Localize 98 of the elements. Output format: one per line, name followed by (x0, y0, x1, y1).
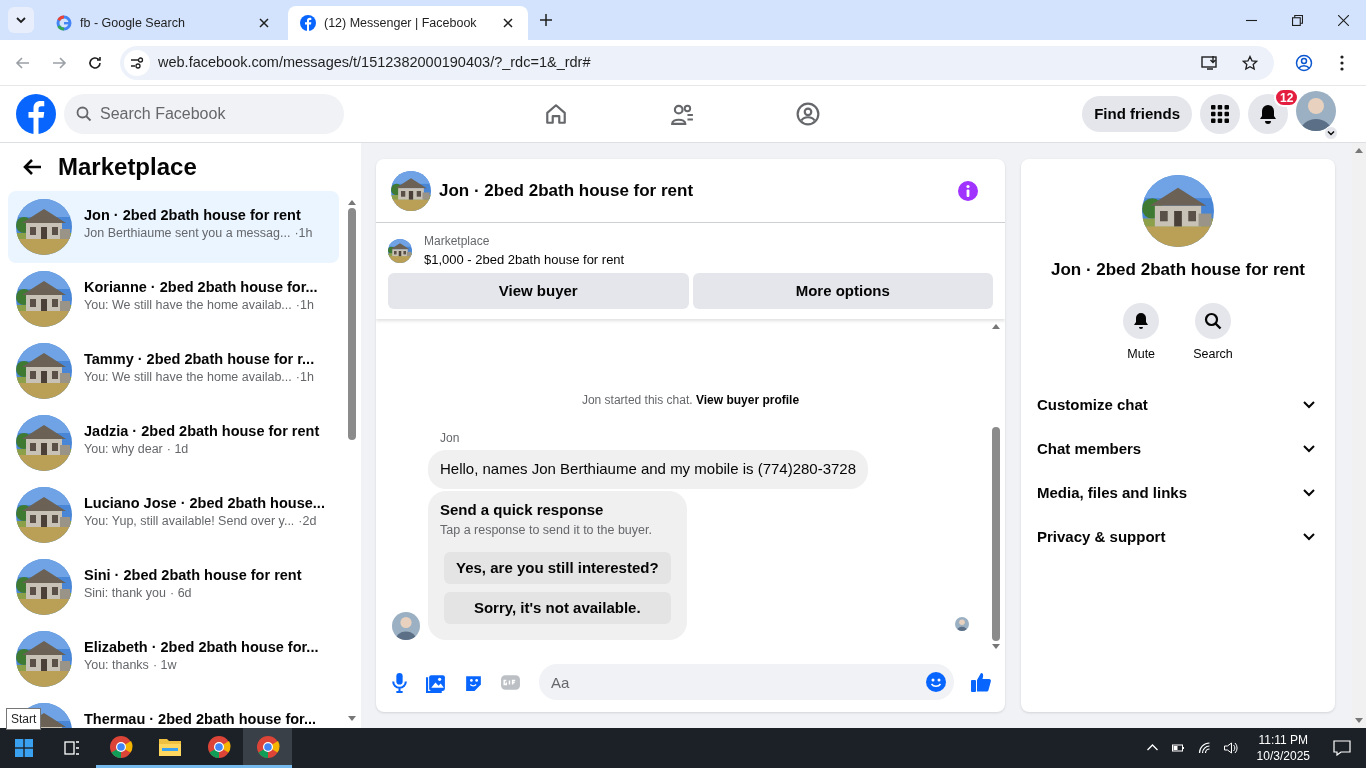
google-logo-icon (56, 15, 72, 31)
browser-tab[interactable]: fb - Google Search (44, 6, 284, 40)
volume-icon[interactable] (1222, 740, 1239, 756)
message-preview: You: We still have the home availab... (84, 369, 292, 386)
conversation-title: Tammy · 2bed 2bath house for r... (84, 350, 315, 368)
section-label: Media, files and links (1037, 483, 1189, 503)
browser-tab[interactable]: (12) Messenger | Facebook (288, 6, 528, 40)
clock-date: 10/3/2025 (1256, 748, 1310, 764)
conversation-title: Jadzia · 2bed 2bath house for rent (84, 422, 320, 440)
message-time: ·1h (294, 225, 313, 242)
quick-response-hint: Tap a response to send it to the buyer. (440, 522, 653, 539)
details-title: Jon · 2bed 2bath house for rent (1050, 259, 1306, 281)
profile-avatar[interactable] (1296, 90, 1336, 131)
conversation-item[interactable]: Luciano Jose · 2bed 2bath house... You: Yup, still available! Send over y... ·2d (8, 479, 339, 551)
url-text: web.facebook.com/messages/t/1512382000190403/?_rdc=1&_rdr# (158, 52, 592, 72)
chat-title: Jon · 2bed 2bath house for rent (439, 179, 695, 202)
site-settings-icon[interactable] (124, 49, 150, 76)
action-label: Mute (1127, 345, 1156, 363)
info-icon[interactable] (956, 178, 980, 203)
scroll-down-arrow-icon[interactable] (992, 644, 1000, 650)
listing-label: Marketplace (424, 233, 491, 250)
facebook-logo-icon (300, 15, 316, 31)
quick-response-button[interactable]: Sorry, it's not available. (444, 591, 671, 624)
panel-title: Marketplace (58, 152, 197, 182)
scrollbar[interactable] (346, 199, 358, 722)
section-row[interactable]: Customize chat (1029, 383, 1327, 428)
scroll-up-arrow-icon[interactable] (992, 323, 1000, 329)
conversation-title: Luciano Jose · 2bed 2bath house... (84, 494, 325, 512)
read-receipt-avatar[interactable] (955, 617, 969, 631)
message-preview: You: We still have the home availab... (84, 297, 292, 314)
conversation-item[interactable]: Jadzia · 2bed 2bath house for rent You: why dear · 1d (8, 407, 339, 479)
conversation-title: Korianne · 2bed 2bath house for... (84, 278, 318, 296)
conversation-title: Elizabeth · 2bed 2bath house for... (84, 638, 319, 656)
conversation-item[interactable]: Sini · 2bed 2bath house for rent Sini: thank you · 6d (8, 551, 339, 623)
search-field[interactable]: Search Facebook (64, 94, 344, 134)
message-bubble: Hello, names Jon Berthiaume and my mobile is (774)280-3728 (428, 450, 869, 489)
quick-response-button[interactable]: Yes, are you still interested? (444, 551, 671, 584)
buyer-profile-link[interactable]: View buyer profile (695, 393, 800, 407)
message-preview: You: Yup, still available! Send over y... (84, 513, 295, 530)
conversation-item[interactable]: Tammy · 2bed 2bath house for r... You: We still have the home availab... ·1h (8, 335, 339, 407)
scroll-down-arrow-icon[interactable] (1355, 718, 1363, 724)
facebook-logo-icon[interactable] (16, 94, 56, 134)
section-row[interactable]: Media, files and links (1029, 471, 1327, 516)
message-time: ·1h (295, 297, 314, 314)
section-row[interactable]: Privacy & support (1029, 515, 1327, 560)
system-message: Jon started this chat. View buyer profile (580, 392, 801, 409)
clock[interactable]: 11:11 PM 10/3/2025 (1256, 732, 1310, 764)
sender-avatar[interactable] (392, 611, 420, 640)
quick-response-title: Send a quick response (440, 499, 605, 520)
conversation-item[interactable]: Elizabeth · 2bed 2bath house for... You: thanks · 1w (8, 623, 339, 695)
conversation-item[interactable]: Jon · 2bed 2bath house for rent Jon Berthiaume sent you a messag... ·1h (8, 191, 339, 263)
scrollbar[interactable] (1352, 143, 1366, 728)
message-time: ·1h (295, 369, 314, 386)
conversation-title: Jon · 2bed 2bath house for rent (84, 206, 302, 224)
back-arrow-icon[interactable] (22, 157, 42, 177)
scrollbar[interactable] (991, 323, 1001, 650)
message-preview: You: thanks (84, 657, 149, 674)
tab-title: fb - Google Search (80, 14, 186, 32)
message-time: · 6d (170, 585, 192, 602)
scroll-up-arrow-icon[interactable] (348, 199, 356, 205)
message-time: ·2d (298, 513, 317, 530)
tab-list-button[interactable] (8, 7, 34, 33)
message-field[interactable]: Aa (539, 664, 954, 700)
search-icon[interactable] (1195, 302, 1231, 339)
listing-action-button[interactable]: View buyer (388, 273, 689, 309)
chevron-down-icon[interactable] (15, 14, 27, 26)
sender-name: Jon (439, 430, 461, 447)
section-label: Chat members (1037, 439, 1143, 459)
wifi-icon[interactable] (1196, 740, 1213, 756)
chrome-icon[interactable] (243, 728, 292, 768)
message-time: · 1w (152, 657, 177, 674)
tab-title: (12) Messenger | Facebook (324, 14, 478, 32)
message-preview: Sini: thank you (84, 585, 166, 602)
like-icon[interactable] (969, 670, 993, 694)
message-preview: Jon Berthiaume sent you a messag... (84, 225, 291, 242)
search-icon (76, 106, 92, 122)
conversation-title: Sini · 2bed 2bath house for rent (84, 566, 302, 584)
conversation-title: Thermau · 2bed 2bath house for... (84, 710, 317, 728)
chevron-down-icon (1324, 125, 1338, 140)
section-label: Privacy & support (1037, 527, 1167, 547)
clock-time: 11:11 PM (1258, 732, 1309, 748)
notification-count-badge: 12 (1274, 88, 1300, 107)
emoji-icon[interactable] (926, 672, 946, 692)
message-time: · 1d (166, 441, 189, 458)
mute-bell-icon[interactable] (1123, 302, 1160, 339)
find-friends-button[interactable]: Find friends (1082, 96, 1192, 132)
section-row[interactable]: Chat members (1029, 427, 1327, 472)
action-label: Search (1193, 345, 1233, 363)
listing-action-button[interactable]: More options (692, 273, 993, 309)
message-preview: You: why dear (84, 441, 163, 458)
scroll-up-arrow-icon[interactable] (1355, 147, 1363, 153)
listing-title: $1,000 - 2bed 2bath house for rent (424, 251, 625, 269)
apps-menu-icon[interactable] (1200, 94, 1240, 134)
conversation-item[interactable]: Korianne · 2bed 2bath house for... You: We still have the home availab... ·1h (8, 263, 339, 335)
scroll-down-arrow-icon[interactable] (348, 716, 356, 722)
section-label: Customize chat (1037, 395, 1149, 415)
tooltip: Start (6, 708, 42, 730)
address-bar[interactable]: web.facebook.com/messages/t/1512382000190403/?_rdc=1&_rdr# (120, 45, 1274, 80)
